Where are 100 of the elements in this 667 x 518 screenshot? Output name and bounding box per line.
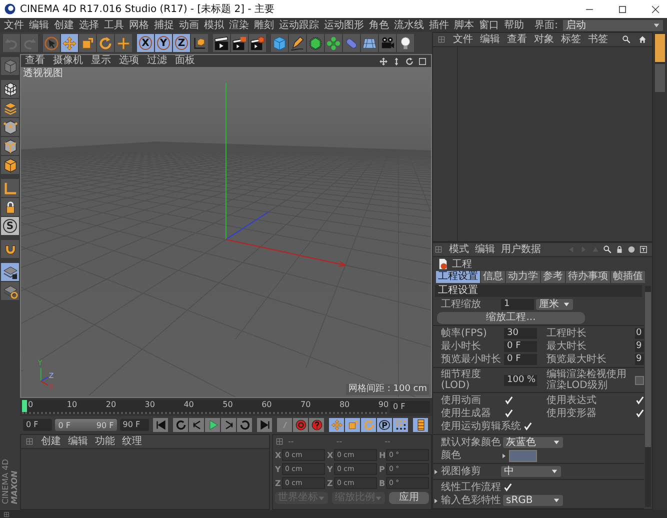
search-icon[interactable]: [622, 35, 631, 44]
scale-project-button[interactable]: 缩放工程...: [437, 312, 585, 324]
menu-item[interactable]: 插件: [429, 18, 449, 32]
menu-item[interactable]: 编辑: [68, 436, 88, 448]
zoom-arrows-icon[interactable]: [392, 56, 401, 66]
timeline-ruler[interactable]: 0 10 20 30 40 50 60 70 80 90: [22, 400, 387, 414]
pan-icon[interactable]: [379, 56, 388, 66]
toolbar-button[interactable]: [249, 34, 266, 52]
layout-dropdown[interactable]: 启动: [563, 20, 663, 30]
number-field[interactable]: 0 F: [504, 341, 537, 352]
lock-icon[interactable]: [615, 245, 624, 254]
menu-item[interactable]: 查看: [25, 55, 45, 67]
maximize-icon[interactable]: [418, 56, 427, 66]
menu-item[interactable]: 雕刻: [254, 18, 274, 32]
toolbar-button[interactable]: P: [377, 418, 392, 432]
menu-item[interactable]: 过滤: [147, 55, 167, 67]
menu-item[interactable]: 创建: [41, 436, 61, 448]
number-field[interactable]: 100 %: [504, 374, 537, 386]
tab[interactable]: 信息: [481, 271, 505, 283]
collapsed-arrow-icon[interactable]: [433, 498, 439, 504]
tab[interactable]: 工程设置: [436, 271, 480, 283]
toolbar-button[interactable]: [1, 118, 19, 136]
menu-item[interactable]: 查看: [507, 34, 527, 46]
orbit-icon[interactable]: [405, 56, 414, 66]
menu-item[interactable]: 标签: [561, 34, 581, 46]
toolbar-button[interactable]: [289, 34, 306, 52]
range-slider[interactable]: 0 F 90 F: [55, 419, 117, 431]
dropdown[interactable]: 灰蓝色: [503, 437, 563, 448]
tab[interactable]: 帧插值: [611, 271, 645, 283]
menu-item[interactable]: 窗口: [479, 18, 499, 32]
toolbar-button[interactable]: [397, 34, 414, 52]
scrollbar[interactable]: [645, 286, 651, 507]
frame-field[interactable]: 0 F: [390, 401, 430, 413]
menu-item[interactable]: 功能: [95, 436, 115, 448]
dropdown[interactable]: 中: [501, 466, 561, 477]
menu-item[interactable]: 流水线: [394, 18, 424, 32]
menu-item[interactable]: 摄像机: [53, 55, 83, 67]
menu-item[interactable]: 编辑: [475, 244, 495, 256]
menu-item[interactable]: 动画: [179, 18, 199, 32]
toolbar-button[interactable]: Y: [155, 34, 172, 52]
menu-item[interactable]: 运动图形: [324, 18, 364, 32]
number-field[interactable]: 0 F: [504, 354, 537, 365]
end-frame-field[interactable]: 90 F: [120, 419, 149, 431]
menu-item[interactable]: 选择: [79, 18, 99, 32]
checkbox[interactable]: [635, 376, 644, 384]
menu-item[interactable]: 文件: [4, 18, 24, 32]
menu-item[interactable]: 编辑: [480, 34, 500, 46]
toolbar-button[interactable]: X: [137, 34, 154, 52]
unit-dropdown[interactable]: 厘米: [536, 299, 573, 310]
menu-item[interactable]: 脚本: [454, 18, 474, 32]
menu-item[interactable]: 编辑: [29, 18, 49, 32]
menu-item[interactable]: 用户数据: [501, 244, 541, 256]
dropdown[interactable]: sRGB: [503, 495, 563, 506]
toolbar-button[interactable]: [1, 198, 19, 216]
number-field[interactable]: 9: [635, 354, 644, 365]
menu-item[interactable]: 角色: [369, 18, 389, 32]
menu-item[interactable]: 显示: [91, 55, 111, 67]
menu-item[interactable]: 创建: [54, 18, 74, 32]
toolbar-button[interactable]: Z: [173, 34, 190, 52]
apply-button[interactable]: 应用: [389, 492, 429, 504]
toolbar-button[interactable]: [1, 137, 19, 155]
toolbar-button[interactable]: [231, 34, 248, 52]
number-field[interactable]: 30: [504, 328, 537, 339]
color-swatch[interactable]: [509, 450, 537, 462]
menu-item[interactable]: 网格: [129, 18, 149, 32]
start-frame-field[interactable]: 0 F: [23, 419, 52, 431]
menu-item[interactable]: 帮助: [504, 18, 524, 32]
number-field[interactable]: 1: [501, 299, 534, 310]
menu-item[interactable]: 模式: [449, 244, 469, 256]
toolbar-button[interactable]: [1, 263, 19, 281]
toolbar-button[interactable]: [413, 418, 428, 432]
number-field[interactable]: 9: [635, 341, 644, 352]
menu-item[interactable]: 模拟: [204, 18, 224, 32]
menu-item[interactable]: 对象: [534, 34, 554, 46]
circle-icon[interactable]: [627, 245, 636, 254]
menu-item[interactable]: 面板: [175, 55, 195, 67]
tab[interactable]: 参考: [541, 271, 565, 283]
menu-item[interactable]: 渲染: [229, 18, 249, 32]
number-field[interactable]: 0: [635, 328, 644, 339]
toolbar-button[interactable]: S: [1, 217, 19, 235]
menu-item[interactable]: 文件: [453, 34, 473, 46]
menu-item[interactable]: 运动跟踪: [279, 18, 319, 32]
new-window-icon[interactable]: [639, 245, 648, 254]
tab[interactable]: 待办事项: [566, 271, 610, 283]
toolbar-button[interactable]: [1, 156, 19, 174]
home-icon[interactable]: [638, 35, 647, 44]
search-icon[interactable]: [603, 245, 612, 254]
collapsed-arrow-icon[interactable]: [433, 468, 439, 474]
maximize-icon[interactable]: [617, 4, 628, 14]
menu-item[interactable]: 工具: [104, 18, 124, 32]
menu-item[interactable]: 捕捉: [154, 18, 174, 32]
toolbar-button[interactable]: [1, 80, 19, 98]
tab[interactable]: 动力学: [506, 271, 540, 283]
menu-item[interactable]: 书签: [588, 34, 608, 46]
menu-item[interactable]: 纹理: [122, 436, 142, 448]
toolbar-button[interactable]: [393, 418, 408, 432]
menu-item[interactable]: 选项: [119, 55, 139, 67]
collapsed-arrow-icon[interactable]: [501, 452, 507, 458]
toolbar-button[interactable]: [191, 34, 208, 52]
toolbar-button[interactable]: [213, 34, 230, 52]
